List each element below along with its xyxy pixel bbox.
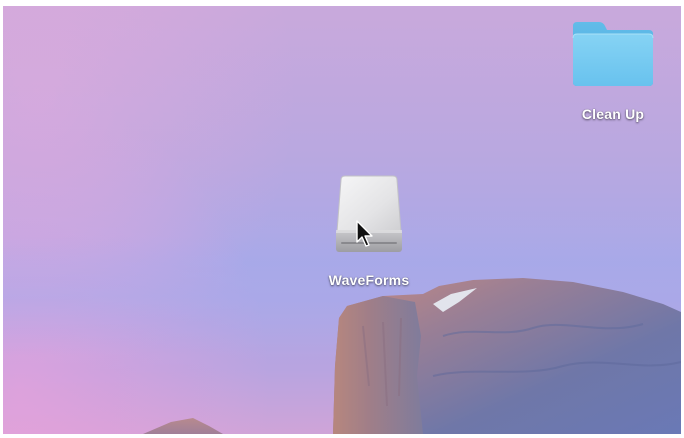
- desktop-icon-label: Clean Up: [581, 106, 645, 122]
- desktop-icon-label: WaveForms: [328, 272, 410, 288]
- folder-icon: [572, 22, 654, 86]
- arrow-pointer-icon: [356, 220, 373, 247]
- desktop[interactable]: Clean Up WaveForms: [3, 6, 681, 434]
- desktop-icon-clean-up[interactable]: Clean Up: [559, 18, 667, 122]
- external-drive-icon: [336, 175, 402, 252]
